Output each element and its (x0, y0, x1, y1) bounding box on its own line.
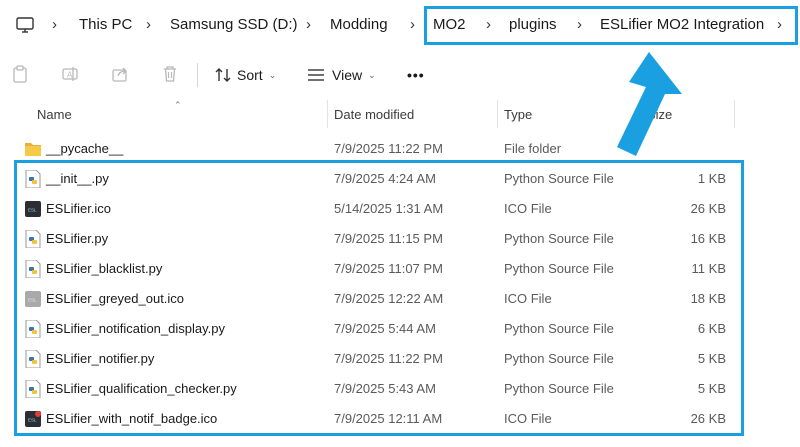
chevron-right-icon[interactable]: › (146, 15, 151, 35)
toolbar-divider (197, 63, 198, 87)
view-icon (308, 69, 324, 81)
rename-icon[interactable]: A (60, 64, 80, 84)
highlight-box-path (424, 6, 798, 45)
chevron-right-icon[interactable]: › (306, 15, 311, 35)
column-divider[interactable] (327, 100, 328, 128)
chevron-down-icon: ⌄ (368, 70, 376, 80)
view-button[interactable]: View ⌄ (307, 65, 376, 85)
folder-icon (25, 143, 41, 156)
column-divider[interactable] (497, 100, 498, 128)
paste-icon[interactable] (10, 64, 30, 84)
delete-icon[interactable] (160, 64, 180, 84)
share-icon[interactable] (110, 64, 130, 84)
more-options-button[interactable]: ••• (407, 65, 425, 85)
chevron-right-icon[interactable]: › (52, 15, 57, 35)
sort-label: Sort (237, 67, 263, 83)
chevron-right-icon[interactable]: › (410, 15, 415, 35)
svg-text:A: A (67, 71, 73, 80)
file-name: __pycache__ (46, 141, 124, 156)
sort-icon (215, 68, 231, 82)
column-header-name[interactable]: Name (37, 107, 72, 122)
breadcrumb-this-pc[interactable]: This PC (79, 15, 132, 35)
view-label: View (332, 67, 363, 83)
column-header-date-modified[interactable]: Date modified (334, 107, 414, 122)
chevron-down-icon: ⌄ (268, 70, 277, 80)
breadcrumb-modding[interactable]: Modding (330, 15, 388, 35)
sort-ascending-icon: ⌃ (174, 100, 182, 110)
file-date: 7/9/2025 11:22 PM (334, 141, 443, 156)
column-divider[interactable] (734, 100, 735, 128)
breadcrumb-samsung-ssd[interactable]: Samsung SSD (D:) (170, 15, 298, 35)
arrow-annotation-icon (617, 52, 682, 156)
sort-button[interactable]: Sort ⌄ (215, 65, 276, 85)
column-header-type[interactable]: Type (504, 107, 532, 122)
file-type: File folder (504, 141, 562, 156)
highlight-box-files (14, 160, 744, 436)
this-pc-icon[interactable] (15, 15, 35, 35)
